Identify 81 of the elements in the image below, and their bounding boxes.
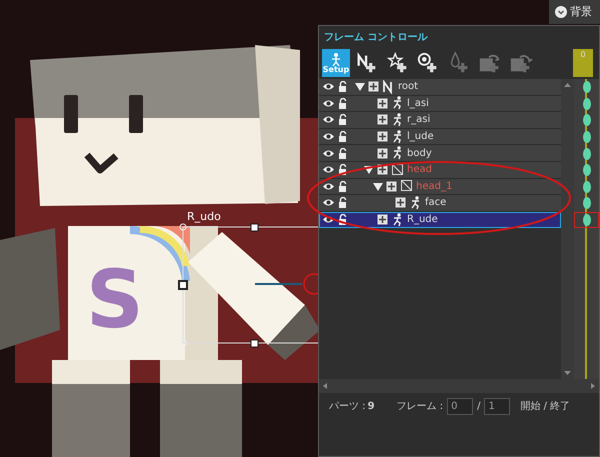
tree-row[interactable]: face bbox=[319, 195, 561, 212]
layer-name: body bbox=[407, 146, 432, 161]
lock-open-icon[interactable] bbox=[338, 180, 348, 192]
plus-box-icon[interactable] bbox=[377, 214, 388, 226]
lock-open-icon[interactable] bbox=[338, 131, 348, 142]
expand-toggle-icon[interactable] bbox=[364, 165, 374, 174]
lock-open-icon[interactable] bbox=[338, 114, 348, 126]
slashed-box-icon bbox=[391, 162, 404, 177]
lock-open-icon[interactable] bbox=[338, 81, 348, 92]
lock-open-icon[interactable] bbox=[338, 197, 348, 208]
tree-row[interactable]: root bbox=[319, 79, 561, 96]
layer-name: l_ude bbox=[407, 130, 434, 144]
layer-name: r_asi bbox=[407, 113, 430, 128]
eye-icon[interactable] bbox=[322, 165, 335, 174]
plus-box-icon[interactable] bbox=[368, 81, 379, 92]
layer-name: l_asi bbox=[407, 96, 429, 111]
eye-icon[interactable] bbox=[322, 215, 335, 224]
expand-toggle-icon[interactable] bbox=[373, 182, 383, 191]
lock-open-icon[interactable] bbox=[338, 148, 348, 159]
selection-frame[interactable] bbox=[178, 224, 318, 348]
chest-letter: S bbox=[86, 253, 144, 346]
plus-box-icon[interactable] bbox=[377, 98, 388, 109]
tree-row[interactable]: body bbox=[319, 145, 561, 162]
bone-line bbox=[255, 283, 302, 285]
lock-open-icon[interactable] bbox=[338, 214, 348, 226]
keyframe-dot[interactable] bbox=[582, 81, 590, 94]
keyframe-dot[interactable] bbox=[582, 164, 590, 176]
bone-label: R_udo bbox=[187, 210, 221, 223]
range-label: 開始 / 終了 bbox=[520, 400, 570, 414]
star-plus-icon bbox=[386, 51, 410, 75]
running-figure-icon bbox=[391, 212, 404, 227]
layer-name: head bbox=[407, 163, 432, 178]
frame-input[interactable]: 0 bbox=[447, 398, 474, 415]
eye-icon[interactable] bbox=[322, 82, 335, 92]
keyframe-dot[interactable] bbox=[582, 98, 590, 110]
layer-name: root bbox=[398, 80, 418, 94]
expand-toggle-icon[interactable] bbox=[355, 82, 365, 92]
panel-title: フレーム コントロール bbox=[323, 31, 429, 45]
keyframe-dot[interactable] bbox=[582, 114, 590, 126]
running-figure-icon bbox=[391, 96, 404, 110]
layer-name: R_ude bbox=[407, 213, 438, 228]
vertical-scrollbar[interactable] bbox=[561, 79, 574, 379]
lock-open-icon[interactable] bbox=[338, 164, 348, 176]
keyframe-dot[interactable] bbox=[582, 131, 590, 144]
slashed-box-icon bbox=[400, 179, 413, 194]
n-node-icon bbox=[382, 80, 395, 94]
parts-count: 9 bbox=[368, 400, 375, 414]
figure-icon bbox=[330, 52, 342, 66]
eye-icon[interactable] bbox=[322, 115, 335, 124]
timeline-track[interactable] bbox=[574, 79, 599, 379]
plus-box-icon[interactable] bbox=[377, 131, 388, 142]
running-figure-icon bbox=[391, 146, 404, 160]
eye-icon[interactable] bbox=[322, 198, 335, 208]
eye-icon[interactable] bbox=[322, 132, 335, 142]
layer-name: face bbox=[425, 196, 446, 210]
keyframe-dot[interactable] bbox=[582, 214, 590, 226]
tree-row[interactable]: r_asi bbox=[319, 112, 561, 129]
running-figure-icon bbox=[391, 130, 404, 144]
frame-total-input[interactable]: 1 bbox=[484, 398, 510, 415]
keyframe-dot[interactable] bbox=[582, 197, 590, 210]
background-button[interactable]: 背景 bbox=[549, 0, 600, 24]
layer-name: head_1 bbox=[416, 180, 452, 194]
tree-row[interactable]: l_ude bbox=[319, 128, 561, 146]
horizontal-scrollbar[interactable] bbox=[319, 379, 599, 393]
parts-label: パーツ : bbox=[329, 400, 366, 414]
lock-open-icon[interactable] bbox=[338, 98, 348, 109]
frame-separator: / bbox=[477, 400, 480, 414]
chevron-circle-icon bbox=[555, 6, 568, 18]
tree-row[interactable]: l_asi bbox=[319, 96, 561, 112]
plus-box-icon[interactable] bbox=[395, 197, 406, 208]
running-figure-icon bbox=[409, 196, 422, 210]
keyframe-dot[interactable] bbox=[582, 180, 590, 193]
eye-icon[interactable] bbox=[322, 148, 335, 158]
plus-box-icon[interactable] bbox=[377, 148, 388, 159]
eye-icon[interactable] bbox=[322, 98, 335, 108]
frame-label: フレーム : bbox=[396, 400, 444, 414]
plus-box-icon[interactable] bbox=[386, 180, 397, 192]
plus-box-icon[interactable] bbox=[377, 114, 388, 126]
keyframe-dot[interactable] bbox=[582, 148, 590, 160]
eye-icon[interactable] bbox=[322, 182, 335, 191]
running-figure-icon bbox=[391, 112, 404, 127]
